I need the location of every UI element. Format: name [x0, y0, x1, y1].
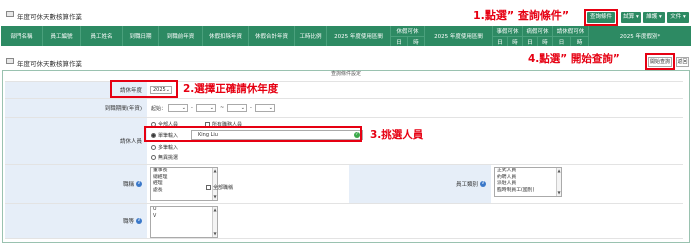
rank-label: 職等 i — [5, 204, 147, 238]
col-leave-type[interactable]: 2025 年度假別* — [589, 26, 691, 46]
col-period-1[interactable]: 2025 年度使用區間 — [327, 26, 391, 46]
scroll-up-icon[interactable]: ▲ — [213, 168, 217, 175]
scroll-down-icon[interactable]: ▼ — [213, 231, 217, 238]
trial-button[interactable]: 試算 ▾ — [621, 12, 641, 23]
page-subtitle: 年度可休天數核算作業 — [17, 60, 82, 68]
opt-multi-input[interactable]: 多筆輸入 — [151, 144, 178, 151]
scrollbar[interactable]: ▲ ▼ — [212, 207, 217, 237]
checkbox-icon — [206, 185, 211, 190]
emp-type-label: 員工類別 i — [349, 165, 491, 203]
info-icon[interactable]: i — [480, 181, 486, 187]
period-from-year-select[interactable]: ⌄ — [168, 104, 188, 112]
period-to-label: ~ — [220, 105, 225, 111]
period-to-month-select[interactable]: ⌄ — [255, 104, 275, 112]
col-dept[interactable]: 部門名稱 — [1, 26, 43, 46]
scrollbar[interactable]: ▲ ▼ — [556, 168, 561, 196]
col-total-seniority[interactable]: 休假合計年資 — [249, 26, 295, 46]
col-hire-date[interactable]: 到職日期 — [123, 26, 159, 46]
title-all-checkbox[interactable]: 全部職稱 — [206, 184, 233, 191]
period-sep-2: - — [250, 105, 252, 111]
col-sick-leave[interactable]: 病假可休 — [523, 26, 553, 36]
window-icon — [6, 11, 14, 17]
col-personal-hour: 時 — [508, 36, 523, 46]
edit-button[interactable]: 維護 ▾ — [643, 12, 665, 23]
chevron-down-icon: ⌄ — [240, 105, 245, 111]
annotation-step3: 3.挑選人員 — [370, 129, 424, 141]
highlight-year — [110, 80, 178, 98]
rank-option[interactable]: V — [153, 214, 217, 221]
col-vacation-hour: 時 — [408, 36, 425, 46]
col-leave-day: 日 — [553, 36, 571, 46]
row-rank: 職等 i U V ▲ ▼ — [5, 203, 683, 239]
info-icon[interactable]: i — [136, 181, 142, 187]
period-to-year-select[interactable]: ⌄ — [227, 104, 247, 112]
info-icon[interactable]: i — [136, 218, 142, 224]
emp-type-label-text: 員工類別 — [455, 182, 478, 188]
col-deduct-seniority[interactable]: 休假扣除年資 — [203, 26, 249, 46]
annotation-step4: 4.點選” 開始查詢” — [528, 53, 620, 65]
scroll-down-icon[interactable]: ▼ — [557, 190, 561, 197]
top-toolbar: 年度可休天數核算作業 1.點選” 查詢條件” 查詢條件 試算 ▾ 維護 ▾ 文件… — [0, 0, 692, 26]
scroll-up-icon[interactable]: ▲ — [557, 168, 561, 175]
period-label: 到職期間(年資) — [5, 99, 147, 117]
col-work-ratio[interactable]: 工時比例 — [295, 26, 327, 46]
chevron-down-icon: ⌄ — [209, 105, 214, 111]
highlight-start-button — [645, 53, 675, 70]
emp-type-listbox[interactable]: 正式人員 約聘人員 派駐人員 臨時制員工(國別) ▲ ▼ — [494, 167, 562, 197]
col-personal-leave[interactable]: 事假可休 — [493, 26, 523, 36]
rank-listbox[interactable]: U V ▲ ▼ — [150, 206, 218, 238]
col-vacation[interactable]: 休假可休 — [391, 26, 425, 36]
col-sick-day: 日 — [523, 36, 538, 46]
annotation-step1: 1.點選” 查詢條件” — [473, 9, 570, 22]
radio-icon — [151, 145, 156, 150]
scroll-up-icon[interactable]: ▲ — [213, 207, 217, 214]
chevron-down-icon: ⌄ — [181, 105, 186, 111]
col-vacation-day: 日 — [391, 36, 408, 46]
panel-title: 查詢條件設定 — [330, 71, 361, 77]
col-leave-request[interactable]: 請休假可休 — [553, 26, 589, 36]
period-from-label: 起始： — [151, 106, 167, 112]
file-button[interactable]: 文件 ▾ — [667, 12, 689, 23]
col-emp-id[interactable]: 員工編號 — [43, 26, 81, 46]
rank-label-text: 職等 — [122, 219, 134, 225]
title-label: 職稱 i — [5, 165, 147, 203]
highlight-query-button — [584, 9, 618, 26]
col-prior-seniority[interactable]: 到職前年資 — [159, 26, 203, 46]
scroll-down-icon[interactable]: ▼ — [213, 194, 217, 201]
title-label-text: 職稱 — [122, 182, 134, 188]
annotation-step2: 2.選擇正確請休年度 — [183, 83, 279, 95]
opt-multi-label: 多筆輸入 — [158, 145, 179, 151]
period-sep-1: - — [191, 105, 193, 111]
col-leave-hour: 時 — [571, 36, 589, 46]
col-emp-name[interactable]: 員工姓名 — [81, 26, 123, 46]
radio-icon — [151, 155, 156, 160]
highlight-person — [144, 126, 362, 142]
window-icon-2 — [6, 58, 14, 64]
person-label: 請休人員 — [5, 118, 147, 164]
col-sick-hour: 時 — [538, 36, 553, 46]
emp-type-option[interactable]: 臨時制員工(國別) — [497, 188, 561, 195]
col-personal-day: 日 — [493, 36, 508, 46]
row-year: 請休年度 2025 ⌄ — [5, 81, 683, 98]
period-from-month-select[interactable]: ⌄ — [196, 104, 216, 112]
opt-none-label: 無異挑選 — [158, 155, 179, 161]
opt-no-select[interactable]: 無異挑選 — [151, 154, 178, 161]
row-period: 到職期間(年資) 起始： ⌄ - ⌄ ~ ⌄ - ⌄ — [5, 98, 683, 117]
back-button[interactable]: 返回 — [676, 57, 689, 67]
app-title: 年度可休天數核算作業 — [17, 13, 82, 21]
results-grid-header: 部門名稱 員工編號 員工姓名 到職日期 到職前年資 休假扣除年資 休假合計年資 … — [1, 26, 691, 46]
col-period-2[interactable]: 2025 年度使用區間 — [425, 26, 493, 46]
row-title: 職稱 i 董事長 總經理 經理 處長 ▲ ▼ 全部職稱 員工類別 i 正式人員 約聘人… — [5, 164, 683, 203]
chevron-down-icon: ⌄ — [268, 105, 273, 111]
title-all-label: 全部職稱 — [213, 185, 234, 191]
